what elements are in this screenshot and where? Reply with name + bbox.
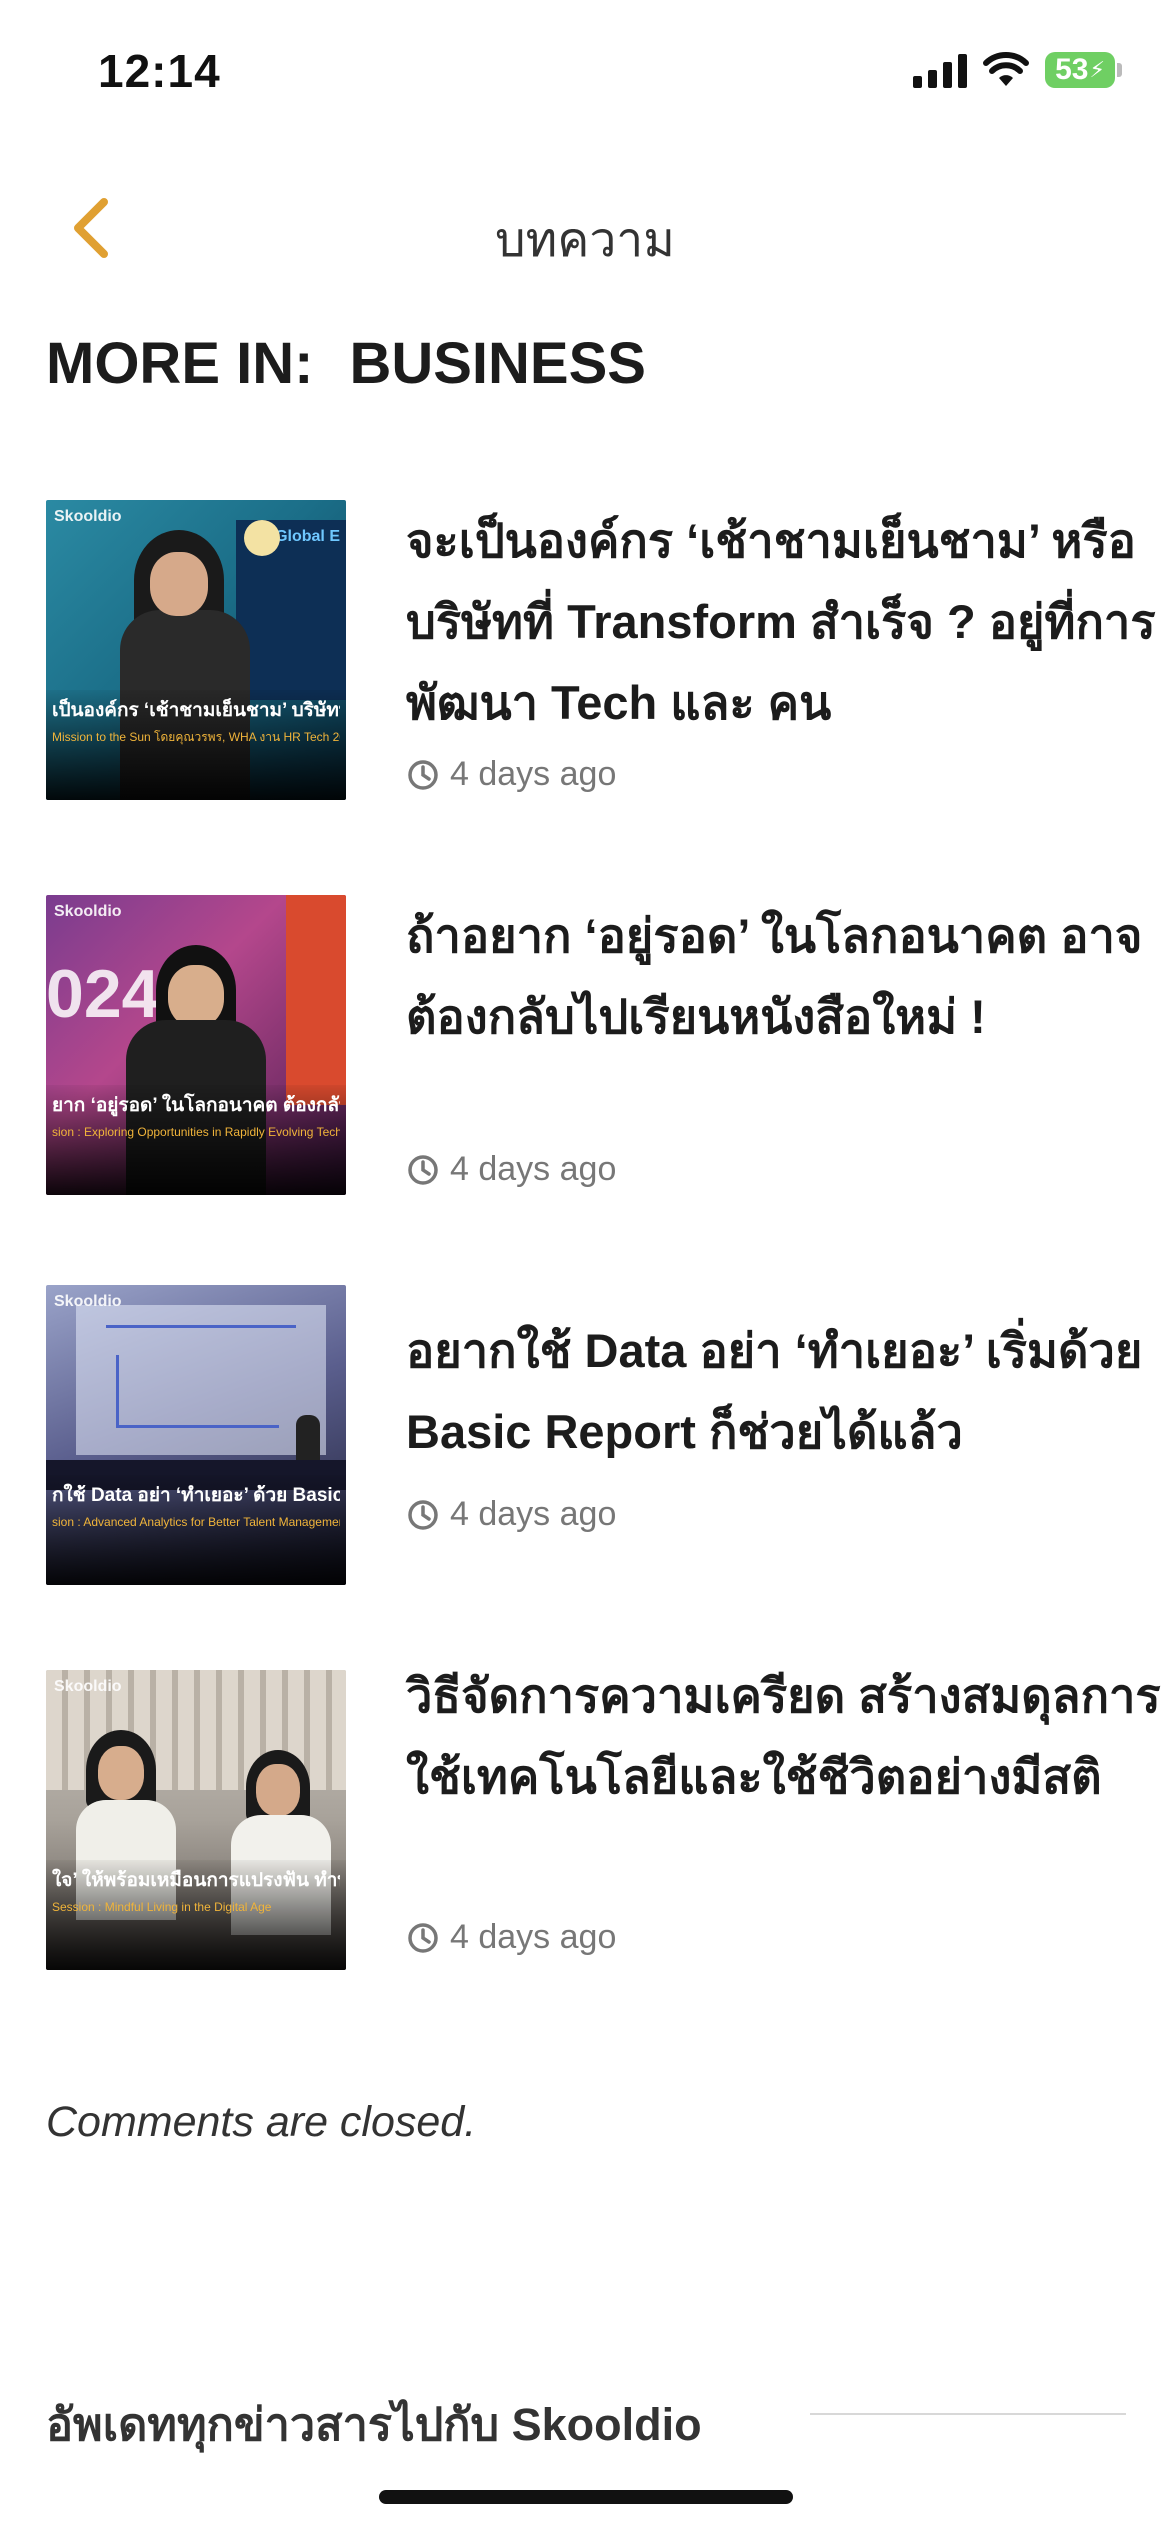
article-title[interactable]: จะเป็นองค์กร ‘เช้าชามเย็นชาม’ หรือบริษัท… bbox=[406, 500, 1166, 743]
article-time: 4 days ago bbox=[450, 1150, 617, 1188]
article-thumbnail[interactable]: Global E Skooldio เป็นองค์กร ‘เช้าชามเย็… bbox=[46, 500, 346, 800]
article-thumbnail[interactable]: 024 Skooldio ยาก ‘อยู่รอด’ ในโลกอนาคต ต้… bbox=[46, 895, 346, 1195]
clock-icon bbox=[408, 1154, 438, 1185]
article-time: 4 days ago bbox=[450, 755, 617, 793]
article-meta: 4 days ago bbox=[406, 1918, 616, 1957]
status-time: 12:14 bbox=[98, 45, 221, 97]
article-meta: 4 days ago bbox=[406, 755, 616, 794]
clock-icon bbox=[408, 759, 438, 790]
section-prefix: MORE IN: bbox=[46, 331, 314, 396]
thumb-caption: ยาก ‘อยู่รอด’ ในโลกอนาคต ต้องกลับไปเรียน… bbox=[46, 1085, 346, 1195]
clock-icon bbox=[408, 1922, 438, 1953]
divider bbox=[810, 2413, 1126, 2415]
thumb-brand: Skooldio bbox=[54, 903, 122, 920]
battery-level: 53 bbox=[1055, 53, 1089, 86]
article-thumbnail[interactable]: Skooldio กใช้ Data อย่า ‘ทำเยอะ’ ด้วย Ba… bbox=[46, 1285, 346, 1585]
section-category[interactable]: BUSINESS bbox=[349, 331, 646, 396]
article-time: 4 days ago bbox=[450, 1495, 617, 1533]
page-title: บทความ bbox=[495, 214, 675, 267]
wifi-icon bbox=[983, 52, 1029, 86]
article-time: 4 days ago bbox=[450, 1918, 617, 1956]
status-icons: 53 ⚡ bbox=[913, 52, 1122, 88]
clock-icon bbox=[408, 1499, 438, 1530]
home-indicator[interactable] bbox=[379, 2490, 793, 2504]
thumb-brand: Skooldio bbox=[54, 1293, 122, 1310]
signal-icon bbox=[913, 52, 967, 88]
thumb-caption: กใช้ Data อย่า ‘ทำเยอะ’ ด้วย Basic Repor… bbox=[46, 1475, 346, 1585]
article-title[interactable]: ถ้าอยาก ‘อยู่รอด’ ในโลกอนาคต อาจต้องกลับ… bbox=[406, 895, 1166, 1057]
battery-charging-icon: 53 ⚡ bbox=[1045, 52, 1122, 88]
thumb-caption: ใจ’ ให้พร้อมเหมือนการแปรงฟัน ทำทุกวัน เพ… bbox=[46, 1860, 346, 1970]
nav-bar: บทความ bbox=[0, 180, 1170, 280]
article-meta: 4 days ago bbox=[406, 1495, 616, 1534]
article-meta: 4 days ago bbox=[406, 1150, 616, 1189]
footer-heading: อัพเดททุกข่าวสารไปกับ Skooldio bbox=[46, 2399, 702, 2450]
thumb-brand: Skooldio bbox=[54, 508, 122, 525]
section-heading: MORE IN: BUSINESS bbox=[46, 330, 646, 397]
status-bar: 12:14 53 ⚡ bbox=[0, 0, 1170, 150]
article-title[interactable]: วิธีจัดการความเครียด สร้างสมดุลการใช้เทค… bbox=[406, 1655, 1166, 1817]
comments-closed-notice: Comments are closed. bbox=[46, 2098, 477, 2146]
thumb-caption: เป็นองค์กร ‘เช้าชามเย็นชาม’ บริษัทที่ Tr… bbox=[46, 690, 346, 800]
article-thumbnail[interactable]: Skooldio ใจ’ ให้พร้อมเหมือนการแปรงฟัน ทำ… bbox=[46, 1670, 346, 1970]
thumb-brand: Skooldio bbox=[54, 1678, 122, 1695]
article-title[interactable]: อยากใช้ Data อย่า ‘ทำเยอะ’ เริ่มด้วย Bas… bbox=[406, 1310, 1166, 1472]
